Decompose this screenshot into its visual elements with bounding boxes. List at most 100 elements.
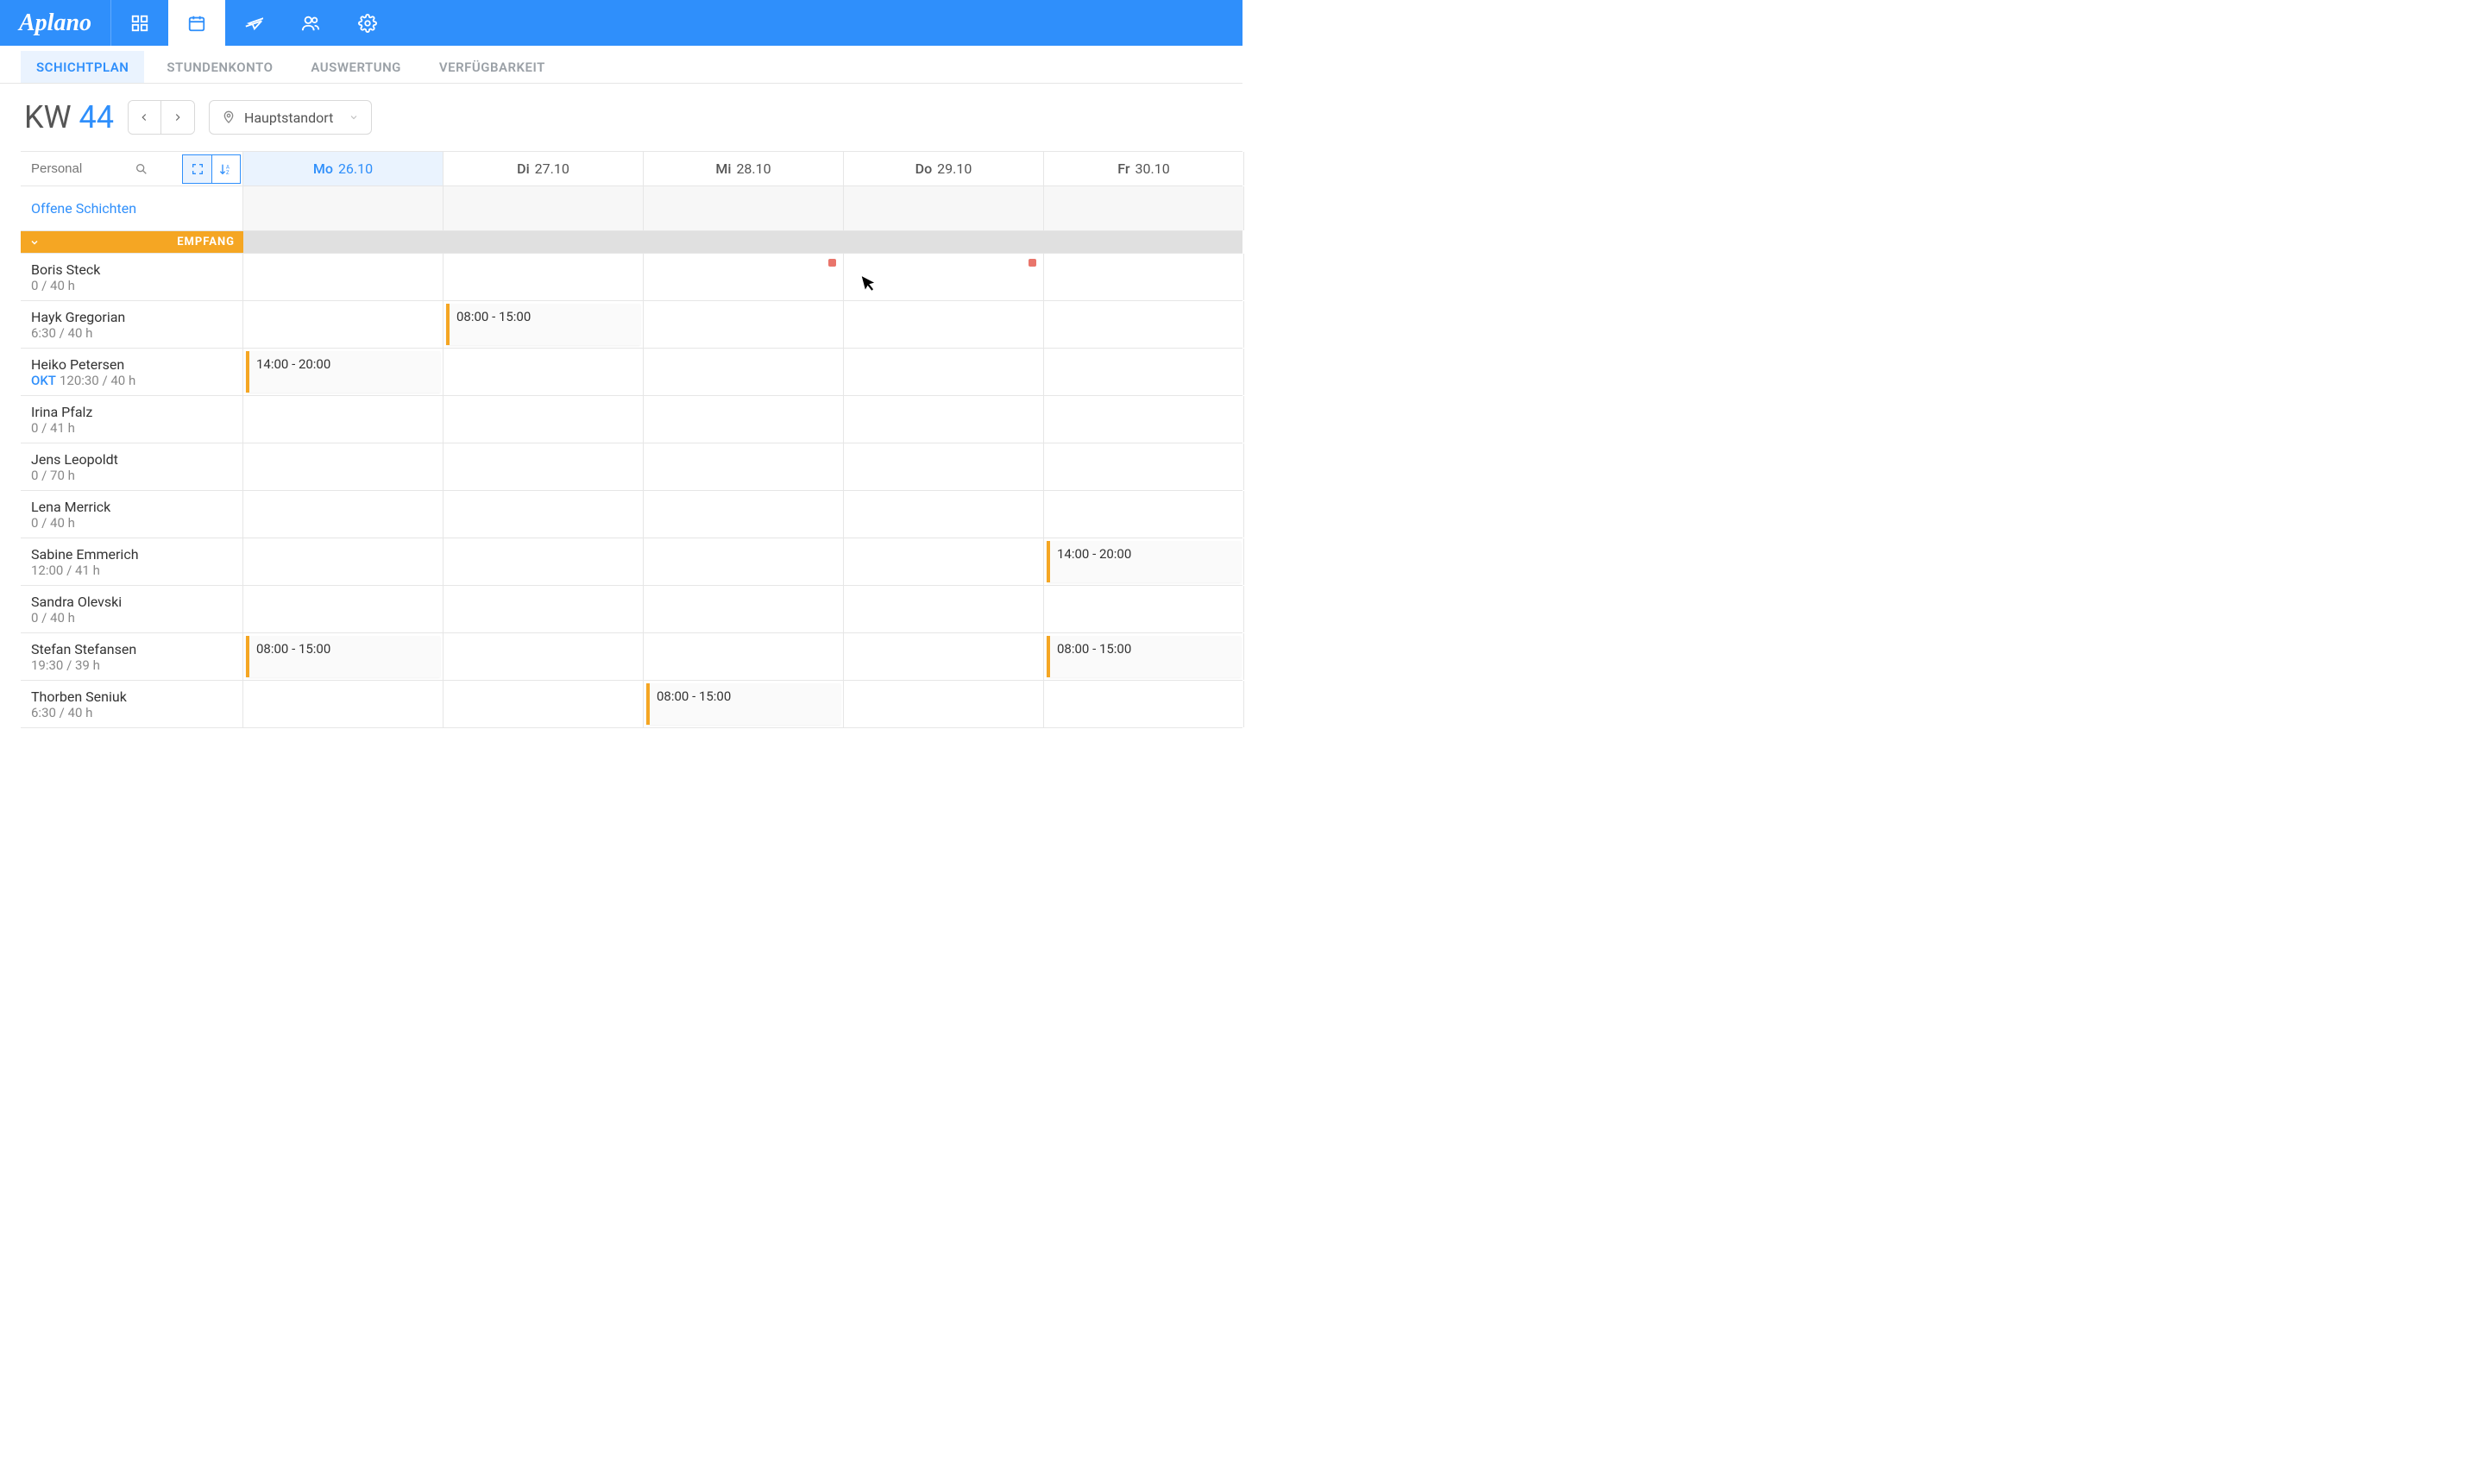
schedule-cell[interactable]: 08:00 - 15:00 (644, 681, 844, 727)
schedule-cell[interactable] (644, 254, 844, 300)
schedule-cell[interactable] (844, 586, 1044, 632)
nav-settings[interactable] (339, 0, 396, 46)
day-header-fr[interactable]: Fr30.10 (1044, 152, 1244, 186)
shift-card[interactable]: 08:00 - 15:00 (246, 636, 440, 677)
schedule-cell[interactable] (1044, 301, 1244, 348)
employee-sidebar[interactable]: Irina Pfalz0 / 41 h (21, 396, 243, 443)
schedule-cell[interactable] (243, 301, 444, 348)
open-shift-cell[interactable] (844, 186, 1044, 230)
schedule-cell[interactable] (243, 254, 444, 300)
group-header-empfang[interactable]: EMPFANG (21, 231, 243, 253)
day-header-di[interactable]: Di27.10 (444, 152, 644, 186)
tab-verfuegbarkeit[interactable]: VERFÜGBARKEIT (424, 51, 561, 83)
next-week-button[interactable] (161, 101, 194, 134)
schedule-cell[interactable] (1044, 586, 1244, 632)
employee-sidebar[interactable]: Lena Merrick0 / 40 h (21, 491, 243, 538)
shift-card[interactable]: 08:00 - 15:00 (446, 304, 640, 345)
dashboard-icon (130, 14, 149, 33)
schedule-cell[interactable] (444, 538, 644, 585)
shift-card[interactable]: 08:00 - 15:00 (1047, 636, 1241, 677)
schedule-cell[interactable] (644, 443, 844, 490)
schedule-cell[interactable] (844, 301, 1044, 348)
schedule-cell[interactable]: 08:00 - 15:00 (1044, 633, 1244, 680)
schedule-cell[interactable] (844, 443, 1044, 490)
schedule-cell[interactable] (243, 681, 444, 727)
schedule-cell[interactable] (444, 491, 644, 538)
tab-stundenkonto[interactable]: STUNDENKONTO (151, 51, 288, 83)
employee-sidebar[interactable]: Sabine Emmerich12:00 / 41 h (21, 538, 243, 585)
search-icon[interactable] (135, 162, 148, 176)
schedule-cell[interactable] (644, 301, 844, 348)
open-shift-cell[interactable] (243, 186, 444, 230)
nav-absences[interactable] (225, 0, 282, 46)
open-shift-cell[interactable] (1044, 186, 1244, 230)
prev-week-button[interactable] (129, 101, 161, 134)
employee-sidebar[interactable]: Sandra Olevski0 / 40 h (21, 586, 243, 632)
schedule-cell[interactable] (844, 681, 1044, 727)
schedule-cell[interactable] (243, 443, 444, 490)
schedule-cell[interactable] (243, 538, 444, 585)
shift-card[interactable]: 14:00 - 20:00 (1047, 541, 1241, 582)
schedule-cell[interactable] (243, 586, 444, 632)
employee-sidebar[interactable]: Thorben Seniuk6:30 / 40 h (21, 681, 243, 727)
schedule-cell[interactable] (1044, 443, 1244, 490)
schedule-cell[interactable] (243, 396, 444, 443)
schedule-cell[interactable] (444, 349, 644, 395)
shift-card[interactable]: 08:00 - 15:00 (646, 683, 840, 725)
schedule-cell[interactable] (1044, 254, 1244, 300)
schedule-cell[interactable] (644, 633, 844, 680)
week-nav (128, 100, 195, 135)
nav-people[interactable] (282, 0, 339, 46)
schedule-cell[interactable] (644, 396, 844, 443)
nav-dashboard[interactable] (111, 0, 168, 46)
schedule-cell[interactable] (444, 586, 644, 632)
schedule-cell[interactable]: 08:00 - 15:00 (243, 633, 444, 680)
schedule-cell[interactable] (844, 349, 1044, 395)
schedule-cell[interactable] (644, 538, 844, 585)
location-select[interactable]: Hauptstandort (209, 100, 372, 135)
schedule-cell[interactable] (644, 349, 844, 395)
schedule-cell[interactable] (844, 633, 1044, 680)
schedule-cell[interactable] (844, 491, 1044, 538)
schedule-cell[interactable] (1044, 349, 1244, 395)
open-shift-cell[interactable] (644, 186, 844, 230)
kw-prefix: KW (24, 99, 72, 135)
schedule-cell[interactable] (444, 681, 644, 727)
schedule-cell[interactable] (844, 538, 1044, 585)
schedule-cell[interactable]: 14:00 - 20:00 (243, 349, 444, 395)
employee-sidebar[interactable]: Jens Leopoldt0 / 70 h (21, 443, 243, 490)
nav-calendar[interactable] (168, 0, 225, 46)
schedule-cell[interactable] (844, 396, 1044, 443)
schedule-cell[interactable] (1044, 681, 1244, 727)
schedule-cell[interactable] (644, 586, 844, 632)
day-header-mo[interactable]: Mo26.10 (243, 152, 444, 186)
sort-toggle[interactable]: AZ (211, 154, 241, 184)
schedule-cell[interactable] (444, 254, 644, 300)
shift-card[interactable]: 14:00 - 20:00 (246, 351, 440, 393)
employee-sidebar[interactable]: Boris Steck0 / 40 h (21, 254, 243, 300)
tab-schichtplan[interactable]: SCHICHTPLAN (21, 51, 144, 83)
tab-auswertung[interactable]: AUSWERTUNG (295, 51, 417, 83)
schedule-cell[interactable]: 08:00 - 15:00 (444, 301, 644, 348)
schedule-cell[interactable] (243, 491, 444, 538)
open-shift-cell[interactable] (444, 186, 644, 230)
chevron-right-icon (172, 111, 184, 123)
schedule-cell[interactable] (1044, 491, 1244, 538)
day-date: 30.10 (1136, 160, 1170, 177)
employee-sidebar[interactable]: Stefan Stefansen19:30 / 39 h (21, 633, 243, 680)
schedule-cell[interactable] (444, 443, 644, 490)
day-header-mi[interactable]: Mi28.10 (644, 152, 844, 186)
schedule-cell[interactable] (1044, 396, 1244, 443)
open-shifts-label[interactable]: Offene Schichten (21, 186, 243, 230)
expand-toggle[interactable] (182, 154, 211, 184)
schedule-cell[interactable]: 14:00 - 20:00 (1044, 538, 1244, 585)
employee-name: Stefan Stefansen (31, 641, 232, 657)
schedule-cell[interactable] (844, 254, 1044, 300)
schedule-cell[interactable] (644, 491, 844, 538)
employee-sidebar[interactable]: Hayk Gregorian6:30 / 40 h (21, 301, 243, 348)
employee-sidebar[interactable]: Heiko PetersenOKT120:30 / 40 h (21, 349, 243, 395)
day-header-do[interactable]: Do29.10 (844, 152, 1044, 186)
schedule-cell[interactable] (444, 396, 644, 443)
schedule-cell[interactable] (444, 633, 644, 680)
search-input[interactable] (31, 161, 135, 176)
